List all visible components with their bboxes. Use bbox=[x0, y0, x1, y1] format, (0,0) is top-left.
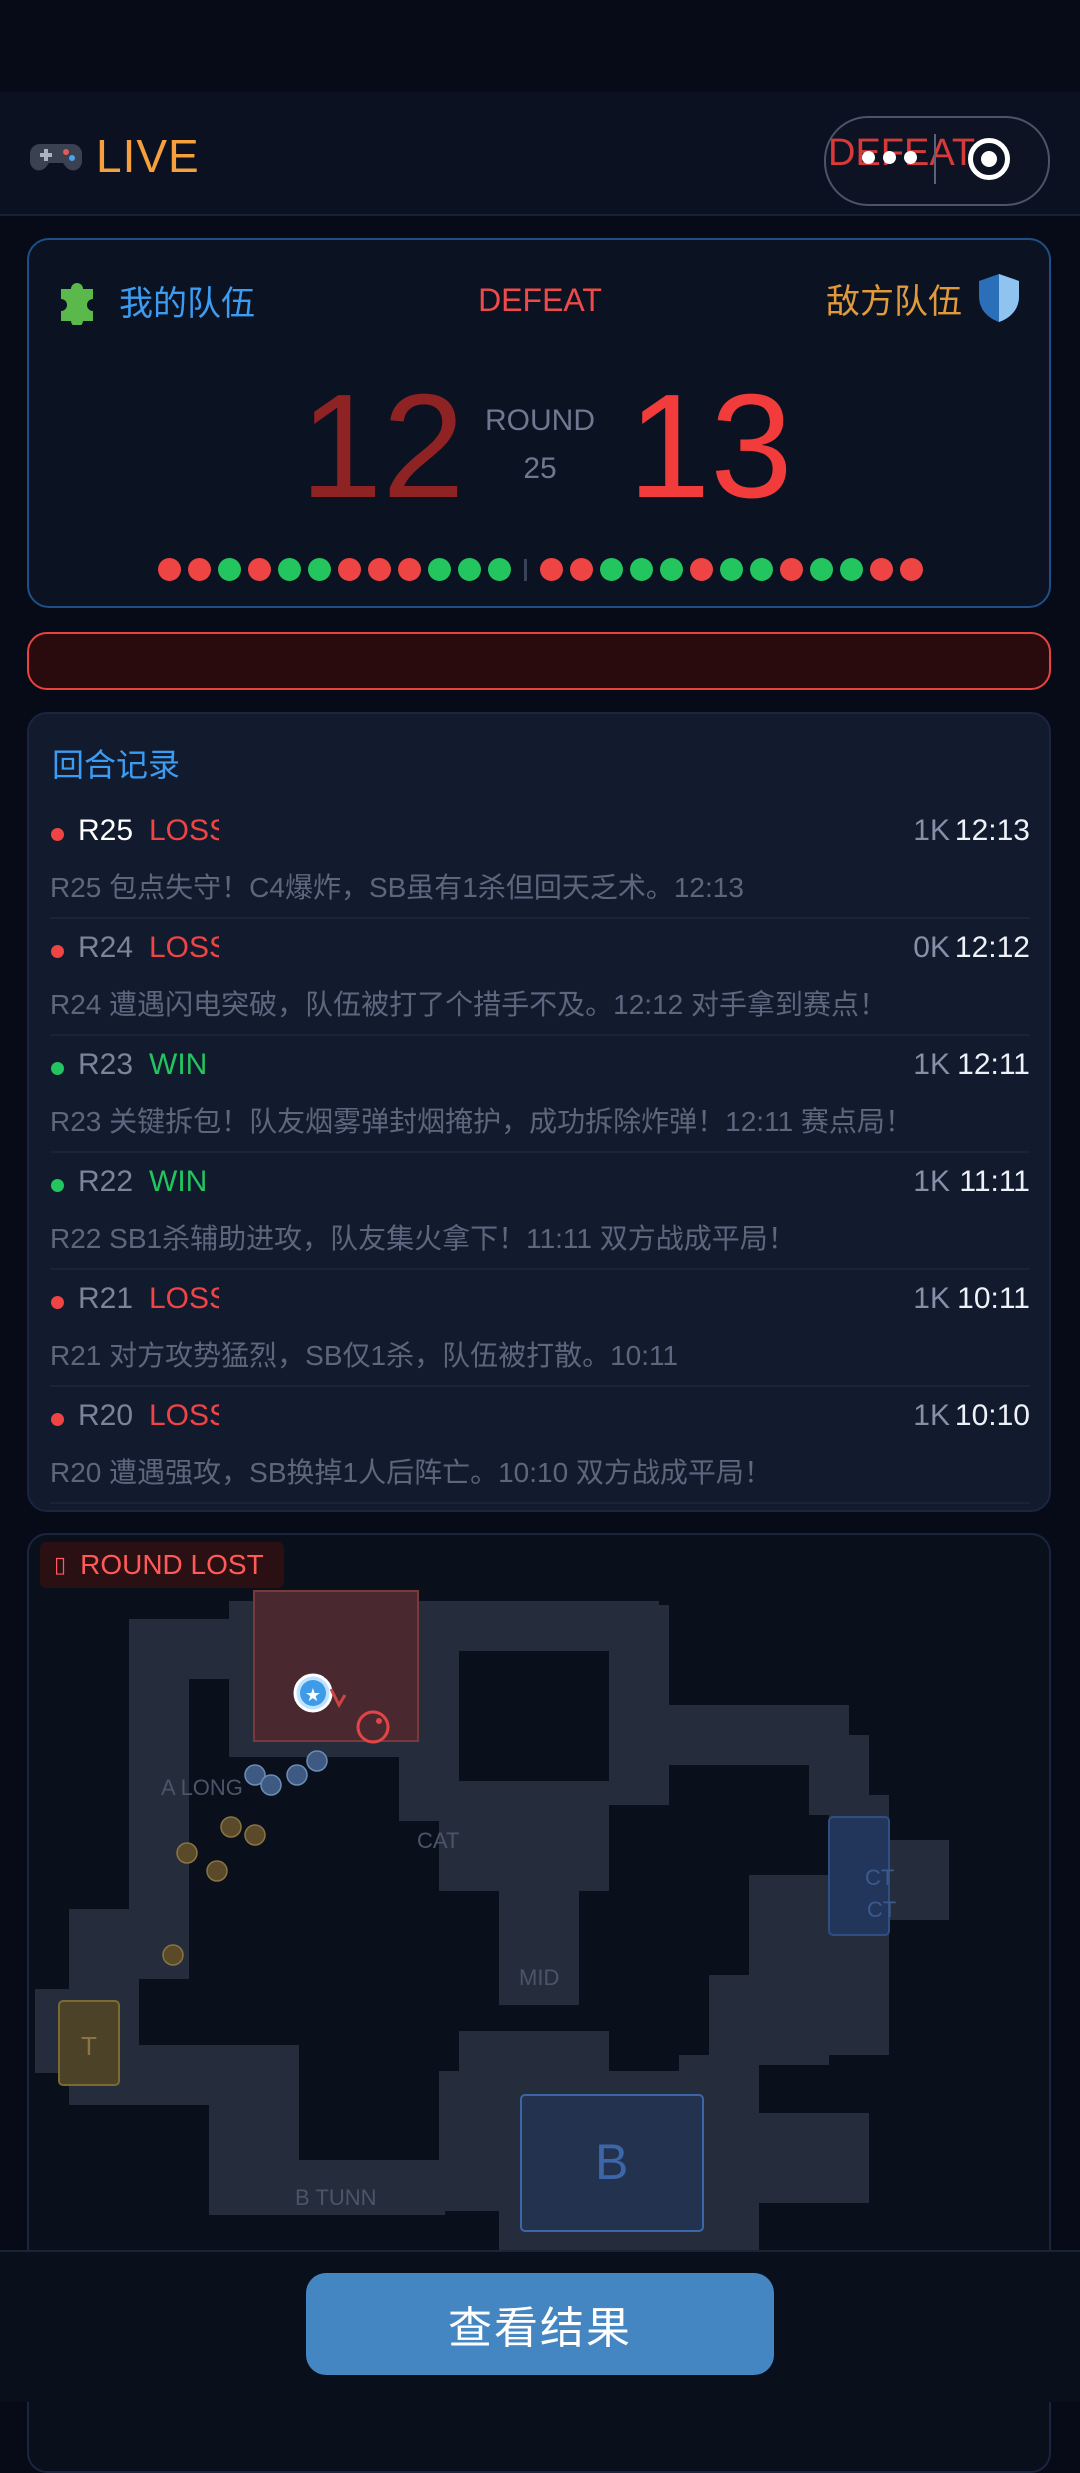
round-dot bbox=[397, 558, 421, 581]
round-dot bbox=[487, 558, 511, 581]
enemy-score: 13 bbox=[628, 364, 793, 529]
round-dot bbox=[217, 558, 241, 581]
round-lost-badge: ▯ ROUND LOST bbox=[40, 1542, 284, 1588]
round-dot bbox=[367, 558, 391, 581]
kill-count: 1K bbox=[913, 814, 950, 847]
round-score-time: 12:11 bbox=[957, 1048, 1030, 1081]
round-dot bbox=[427, 558, 451, 581]
round-result-label: LOSS bbox=[149, 1399, 219, 1432]
round-dot bbox=[629, 558, 653, 581]
round-dot bbox=[659, 558, 683, 581]
zone-ct-label: CT bbox=[867, 1897, 897, 1922]
round-number-label: R23 bbox=[78, 1048, 134, 1081]
round-description: R23 关键拆包！队友烟雾弹封烟掩护，成功拆除炸弹！12:11 赛点局！ bbox=[50, 1106, 913, 1137]
round-dot bbox=[157, 558, 181, 581]
round-number: 25 bbox=[523, 452, 557, 485]
enemy-team-name: 敌方队伍 bbox=[826, 282, 962, 321]
round-result-label: WIN bbox=[149, 1165, 208, 1198]
round-number-label: R20 bbox=[78, 1399, 134, 1432]
round-dot bbox=[869, 558, 893, 581]
half-divider bbox=[523, 558, 527, 581]
round-description: R24 遭遇闪电突破，队伍被打了个措手不及。12:12 对手拿到赛点！ bbox=[50, 989, 887, 1020]
round-description: R25 包点失守！C4爆炸，SB虽有1杀但回天乏术。12:13 bbox=[50, 872, 744, 903]
enemy-team-header: 敌方队伍 bbox=[826, 272, 1022, 324]
round-result-label: LOSS bbox=[149, 814, 219, 847]
round-score-time: 10:10 bbox=[954, 1399, 1030, 1432]
result-indicator-dot bbox=[51, 1413, 64, 1426]
round-lost-text: ROUND LOST bbox=[80, 1549, 264, 1580]
round-dot bbox=[779, 558, 803, 581]
view-result-button[interactable]: 查看结果 bbox=[306, 2273, 774, 2375]
round-dot bbox=[809, 558, 833, 581]
capsule-divider bbox=[934, 134, 936, 184]
round-description: R21 对方攻势猛烈，SB仅1杀，队伍被打散。10:11 bbox=[50, 1340, 679, 1371]
round-result-label: LOSS bbox=[149, 931, 219, 964]
round-score-time: 12:13 bbox=[954, 814, 1030, 847]
zone-b-site: B bbox=[595, 2134, 629, 2190]
result-indicator-dot bbox=[51, 1179, 64, 1192]
round-dot bbox=[247, 558, 271, 581]
round-log-row[interactable]: R23 WIN 1K 12:11 R23 关键拆包！队友烟雾弹封烟掩护，成功拆除炸弹！1… bbox=[50, 1034, 1030, 1153]
round-history bbox=[0, 558, 1080, 581]
warning-icon: ▯ bbox=[54, 1552, 67, 1577]
result-indicator-dot bbox=[51, 945, 64, 958]
round-number-label: R24 bbox=[78, 931, 134, 964]
gamepad-icon bbox=[30, 144, 82, 171]
round-dot bbox=[187, 558, 211, 581]
round-dot bbox=[599, 558, 623, 581]
kill-count: 1K bbox=[913, 1399, 950, 1432]
round-log-row[interactable]: R21 LOSS 1K10:11 R21 对方攻势猛烈，SB仅1杀，队伍被打散。10:… bbox=[50, 1268, 1030, 1387]
round-score-time: 11:11 bbox=[959, 1165, 1030, 1198]
round-dot bbox=[899, 558, 923, 581]
round-description: R22 SB1杀辅助进攻，队友集火拿下！11:11 双方战成平局！ bbox=[50, 1223, 796, 1254]
round-result-label: LOSS bbox=[149, 1282, 219, 1315]
round-log-row[interactable]: R25 LOSS 1K12:13 R25 包点失守！C4爆炸，SB虽有1杀但回天乏术。… bbox=[50, 800, 1030, 919]
round-dot bbox=[689, 558, 713, 581]
round-dot bbox=[457, 558, 481, 581]
round-number-label: R21 bbox=[78, 1282, 134, 1315]
kill-count: 1K bbox=[913, 1048, 950, 1081]
kill-count: 0K bbox=[913, 931, 950, 964]
round-dot bbox=[277, 558, 301, 581]
round-number-label: R25 bbox=[78, 814, 134, 847]
result-indicator-dot bbox=[51, 828, 64, 841]
round-dot bbox=[569, 558, 593, 581]
zone-a-long: A LONG bbox=[161, 1775, 243, 1800]
close-target-icon[interactable] bbox=[968, 138, 1010, 180]
round-dot bbox=[539, 558, 563, 581]
round-dot bbox=[749, 558, 773, 581]
result-indicator-dot bbox=[51, 1296, 64, 1309]
more-menu-button[interactable] bbox=[862, 151, 917, 164]
round-dot bbox=[839, 558, 863, 581]
zone-mid: MID bbox=[519, 1965, 560, 1990]
round-dot bbox=[307, 558, 331, 581]
my-score: 12 bbox=[300, 364, 465, 529]
kill-count: 1K bbox=[913, 1165, 950, 1198]
alert-bar bbox=[27, 632, 1051, 690]
round-log-row[interactable]: R24 LOSS 0K12:12 R24 遭遇闪电突破，队伍被打了个措手不及。12:1… bbox=[50, 917, 1030, 1036]
round-label: ROUND bbox=[485, 404, 595, 437]
round-description: R20 遭遇强攻，SB换掉1人后阵亡。10:10 双方战成平局！ bbox=[50, 1457, 772, 1488]
zone-cat: CAT bbox=[417, 1828, 460, 1853]
round-dot bbox=[337, 558, 361, 581]
round-dot bbox=[719, 558, 743, 581]
svg-text:★: ★ bbox=[305, 1685, 321, 1706]
shield-icon bbox=[979, 274, 1019, 322]
live-label: LIVE bbox=[96, 130, 200, 182]
round-number-label: R22 bbox=[78, 1165, 134, 1198]
zone-b-tunn: B TUNN bbox=[295, 2185, 377, 2210]
round-log-title: 回合记录 bbox=[52, 747, 181, 783]
round-score-time: 12:12 bbox=[954, 931, 1030, 964]
round-score-time: 10:11 bbox=[957, 1282, 1030, 1315]
round-log-row[interactable]: R20 LOSS 1K10:10 R20 遭遇强攻，SB换掉1人后阵亡。10:10 双… bbox=[50, 1385, 1030, 1504]
live-indicator: LIVE bbox=[30, 128, 200, 184]
kill-count: 1K bbox=[913, 1282, 950, 1315]
zone-ct-spawn: CT bbox=[865, 1865, 895, 1890]
round-log-row[interactable]: R22 WIN 1K 11:11 R22 SB1杀辅助进攻，队友集火拿下！11:11 双… bbox=[50, 1151, 1030, 1270]
result-indicator-dot bbox=[51, 1062, 64, 1075]
round-result-label: WIN bbox=[149, 1048, 208, 1081]
zone-t-spawn: T bbox=[81, 2031, 97, 2061]
